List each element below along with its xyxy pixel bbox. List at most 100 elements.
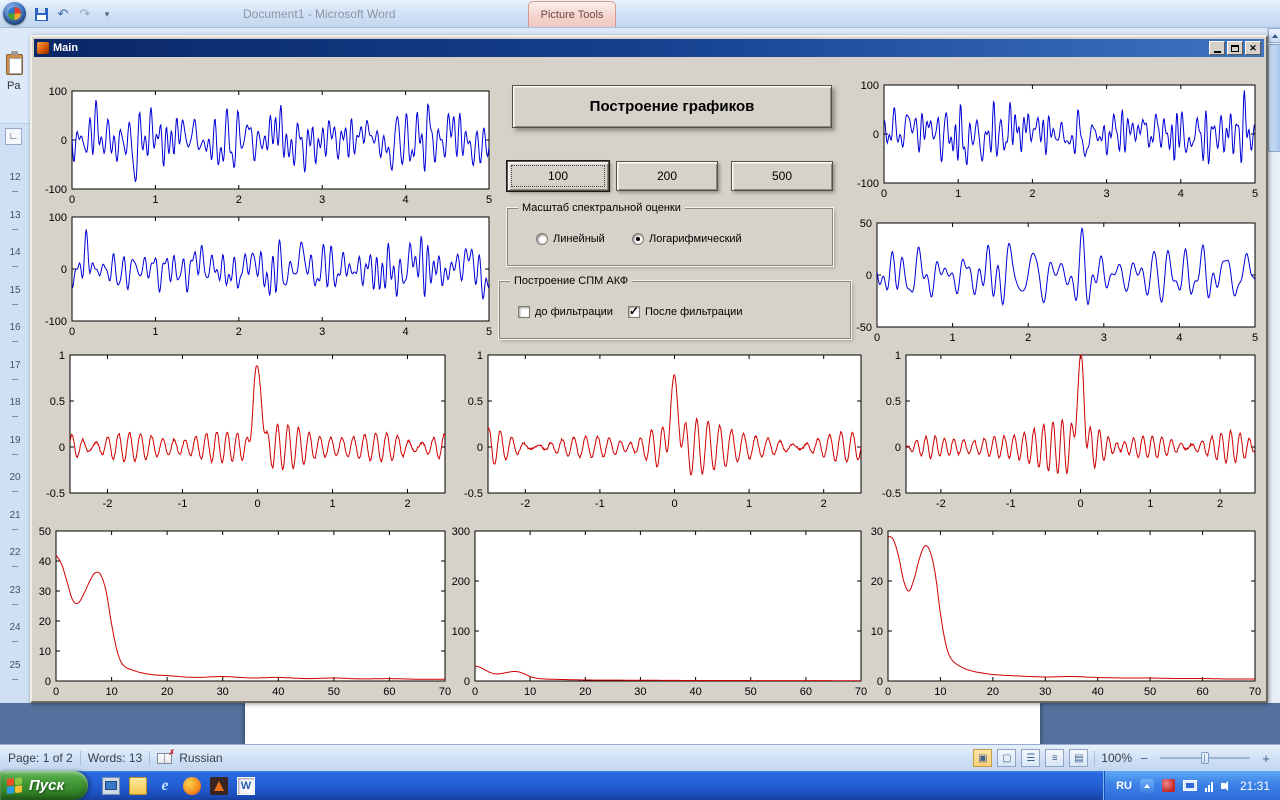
ruler-number: 19	[9, 434, 21, 446]
zoom-level[interactable]: 100%	[1101, 751, 1132, 765]
radio-icon[interactable]	[632, 233, 644, 245]
minimize-icon[interactable]	[1209, 41, 1225, 55]
picture-tools-contextual-tab[interactable]: Picture Tools	[528, 1, 616, 27]
office-button[interactable]	[3, 2, 26, 25]
svg-text:0: 0	[874, 332, 880, 344]
plot-acf-right: -2 -1 0 1 2 -0.5 0 0.5 1	[870, 347, 1262, 513]
scroll-up-icon[interactable]	[1268, 28, 1280, 43]
before-filter-checkbox-option[interactable]: до фильтрации	[518, 306, 613, 318]
save-icon[interactable]	[32, 5, 50, 23]
svg-text:-2: -2	[520, 498, 530, 510]
proofing-icon[interactable]	[157, 748, 175, 764]
word-count[interactable]: Words: 13	[88, 751, 142, 765]
word-icon[interactable]	[237, 776, 255, 795]
n-200-button[interactable]: 200	[616, 161, 718, 191]
matlab-icon[interactable]	[210, 776, 228, 795]
svg-text:30: 30	[1039, 686, 1051, 698]
word-document-area	[0, 703, 1280, 744]
svg-text:60: 60	[800, 686, 812, 698]
svg-text:20: 20	[39, 616, 51, 628]
svg-text:20: 20	[871, 576, 883, 588]
spectral-scale-panel: Масштаб спектральной оценки Линейный Лог…	[506, 202, 834, 267]
language-status[interactable]: Russian	[179, 751, 222, 765]
zoom-out-icon[interactable]	[1138, 751, 1150, 766]
svg-text:1: 1	[955, 188, 961, 200]
svg-text:50: 50	[1144, 686, 1156, 698]
svg-text:1: 1	[1147, 498, 1153, 510]
windows-flag-icon	[7, 776, 24, 795]
ruler-number: 25	[9, 659, 21, 671]
tray-security-icon[interactable]	[1161, 779, 1175, 792]
internet-explorer-icon[interactable]	[156, 777, 174, 795]
svg-text:50: 50	[860, 218, 872, 230]
ribbon-fragment: Pa	[0, 28, 30, 124]
web-layout-view-icon[interactable]	[1021, 749, 1041, 767]
start-button[interactable]: Пуск	[0, 771, 88, 800]
draft-view-icon[interactable]	[1069, 749, 1089, 767]
outline-view-icon[interactable]	[1045, 749, 1065, 767]
ruler-tick	[12, 378, 18, 380]
close-icon[interactable]	[1245, 41, 1261, 55]
build-graphs-button[interactable]: Построение графиков	[512, 85, 832, 128]
vertical-ruler: 12 13 14 15 16 17 18 19 20 21 22 23 24 25	[0, 150, 30, 703]
paste-button-label[interactable]: Pa	[7, 80, 20, 92]
radio-icon[interactable]	[536, 233, 548, 245]
plot-canvas: -2 -1 0 1 2 -0.5 0 0.5 1	[464, 350, 862, 510]
n-500-button[interactable]: 500	[731, 161, 833, 191]
checkbox-icon[interactable]	[518, 306, 530, 318]
tab-stop-selector[interactable]	[5, 128, 22, 145]
svg-text:0: 0	[866, 270, 872, 282]
ruler-number: 17	[9, 359, 21, 371]
after-filter-checkbox-option[interactable]: После фильтрации	[628, 304, 742, 318]
figure-title: Main	[53, 42, 79, 54]
zoom-slider[interactable]	[1160, 752, 1250, 764]
page-indicator[interactable]: Page: 1 of 2	[8, 751, 73, 765]
linear-radio-option[interactable]: Линейный	[536, 233, 605, 245]
scrollbar-thumb[interactable]	[1268, 44, 1280, 152]
n-100-button[interactable]: 100	[507, 161, 609, 191]
zoom-in-icon[interactable]	[1260, 751, 1272, 766]
tray-network-icon[interactable]	[1182, 780, 1197, 791]
show-desktop-icon[interactable]	[102, 776, 120, 795]
svg-text:4: 4	[403, 326, 409, 338]
radio-label: Логарифмический	[649, 233, 742, 245]
svg-text:70: 70	[1249, 686, 1261, 698]
plot-psd-left: 0 10 20 30 40 50 60 70 0 10 20 30 40 50	[34, 523, 452, 701]
print-layout-view-icon[interactable]	[973, 749, 993, 767]
svg-text:-100: -100	[45, 316, 67, 328]
ruler-number: 21	[9, 509, 21, 521]
svg-text:1: 1	[950, 332, 956, 344]
svg-text:4: 4	[1178, 188, 1184, 200]
zoom-slider-thumb[interactable]	[1201, 752, 1209, 764]
paste-clipboard-icon[interactable]	[6, 51, 23, 75]
log-radio-option[interactable]: Логарифмический	[632, 233, 742, 245]
qat-dropdown-icon[interactable]	[98, 5, 116, 23]
svg-text:40: 40	[1092, 686, 1104, 698]
language-indicator[interactable]: RU	[1116, 780, 1132, 792]
tray-signal-icon[interactable]	[1204, 780, 1213, 792]
ruler-number: 20	[9, 472, 21, 483]
svg-text:40: 40	[39, 556, 51, 568]
plot-canvas: 0 10 20 30 40 50 60 7001020304050	[39, 526, 451, 698]
firefox-icon[interactable]	[183, 776, 201, 795]
separator	[149, 750, 151, 766]
checkbox-label: до фильтрации	[535, 306, 613, 318]
svg-text:-0.5: -0.5	[882, 488, 901, 500]
checkbox-icon[interactable]	[628, 304, 640, 318]
redo-icon[interactable]	[76, 5, 94, 23]
explorer-icon[interactable]	[129, 776, 147, 795]
fullscreen-view-icon[interactable]	[997, 749, 1017, 767]
svg-text:-100: -100	[857, 178, 879, 190]
maximize-icon[interactable]	[1227, 41, 1243, 55]
svg-text:50: 50	[39, 526, 51, 538]
svg-text:4: 4	[403, 194, 409, 206]
hide-icons-chevron-icon[interactable]	[1139, 778, 1154, 793]
figure-title-bar[interactable]: Main	[34, 39, 1264, 57]
svg-text:-2: -2	[936, 498, 946, 510]
undo-icon[interactable]	[54, 5, 72, 23]
word-vertical-scrollbar[interactable]	[1267, 28, 1280, 745]
volume-icon[interactable]	[1220, 780, 1228, 791]
plot-acf-middle: -2 -1 0 1 2 -0.5 0 0.5 1	[452, 347, 868, 513]
ruler-number: 24	[9, 622, 21, 633]
taskbar-clock[interactable]: 21:31	[1240, 779, 1270, 793]
